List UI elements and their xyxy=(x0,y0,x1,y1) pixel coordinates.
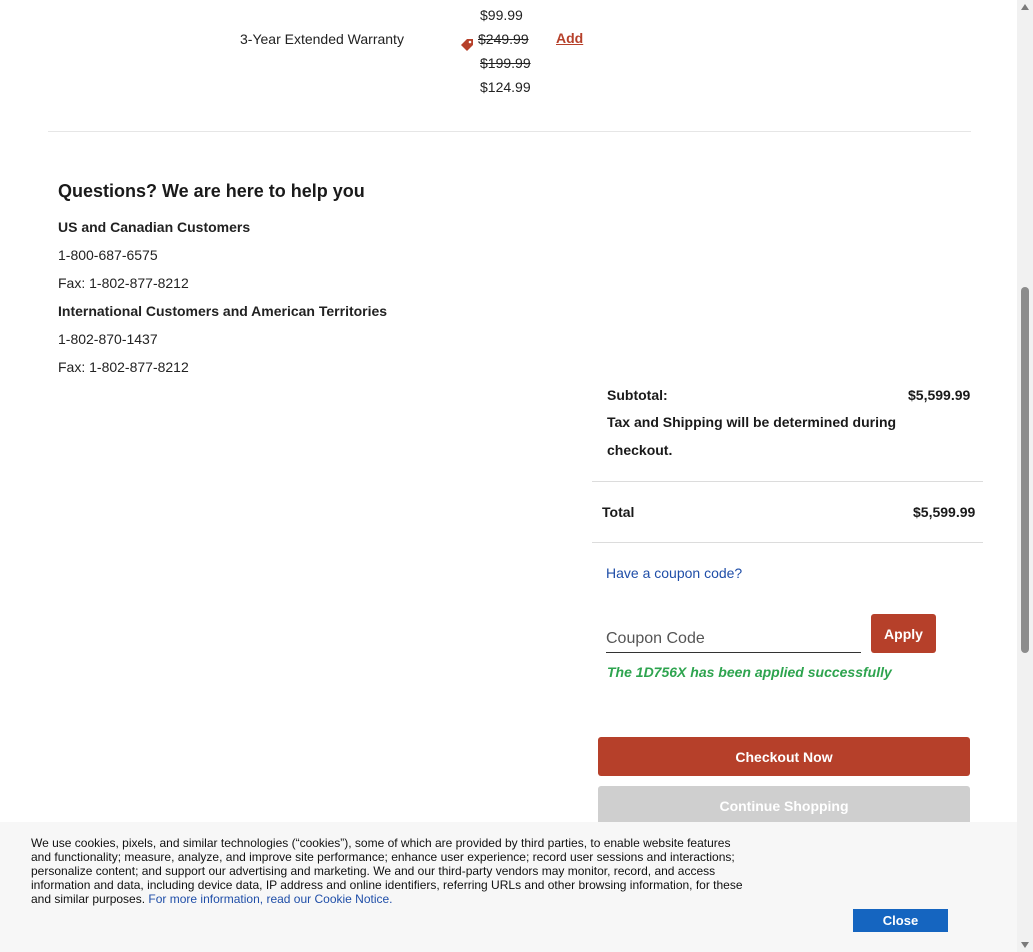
summary-divider xyxy=(592,481,983,482)
coupon-code-input[interactable] xyxy=(606,626,861,653)
us-fax: Fax: 1-802-877-8212 xyxy=(58,275,189,291)
warranty-price-strikethrough: $199.99 xyxy=(480,55,531,71)
us-customers-heading: US and Canadian Customers xyxy=(58,219,251,235)
cookie-banner: We use cookies, pixels, and similar tech… xyxy=(0,822,1017,952)
intl-phone: 1-802-870-1437 xyxy=(58,331,158,347)
warranty-label: 3-Year Extended Warranty xyxy=(240,31,404,47)
cookie-notice-link[interactable]: For more information, read our Cookie No… xyxy=(148,892,392,906)
subtotal-label: Subtotal: xyxy=(607,387,668,403)
subtotal-value: $5,599.99 xyxy=(908,387,971,403)
apply-coupon-button[interactable]: Apply xyxy=(871,614,936,653)
add-warranty-link[interactable]: Add xyxy=(556,30,583,46)
scroll-down-arrow-icon[interactable] xyxy=(1021,942,1029,948)
page-scrollbar[interactable] xyxy=(1017,0,1033,952)
warranty-price-current: $99.99 xyxy=(480,7,523,23)
intl-fax: Fax: 1-802-877-8212 xyxy=(58,359,189,375)
us-phone: 1-800-687-6575 xyxy=(58,247,158,263)
price-tag-icon xyxy=(460,38,474,52)
checkout-now-button[interactable]: Checkout Now xyxy=(598,737,970,776)
scroll-up-arrow-icon[interactable] xyxy=(1021,4,1029,10)
coupon-success-message: The 1D756X has been applied successfully xyxy=(607,664,892,680)
total-value: $5,599.99 xyxy=(913,504,976,520)
total-label: Total xyxy=(602,504,635,520)
scrollbar-thumb[interactable] xyxy=(1021,287,1029,653)
cookie-close-button[interactable]: Close xyxy=(853,909,948,932)
continue-shopping-button[interactable]: Continue Shopping xyxy=(598,786,970,825)
help-title: Questions? We are here to help you xyxy=(58,181,365,201)
summary-divider xyxy=(592,542,983,543)
cookie-text: We use cookies, pixels, and similar tech… xyxy=(31,836,751,906)
section-divider xyxy=(48,131,971,132)
coupon-toggle-link[interactable]: Have a coupon code? xyxy=(606,565,742,581)
warranty-price-original: $249.99 xyxy=(478,31,529,47)
tax-shipping-note: Tax and Shipping will be determined duri… xyxy=(607,414,897,458)
intl-customers-heading: International Customers and American Ter… xyxy=(58,303,388,319)
warranty-price-sale: $124.99 xyxy=(480,79,531,95)
